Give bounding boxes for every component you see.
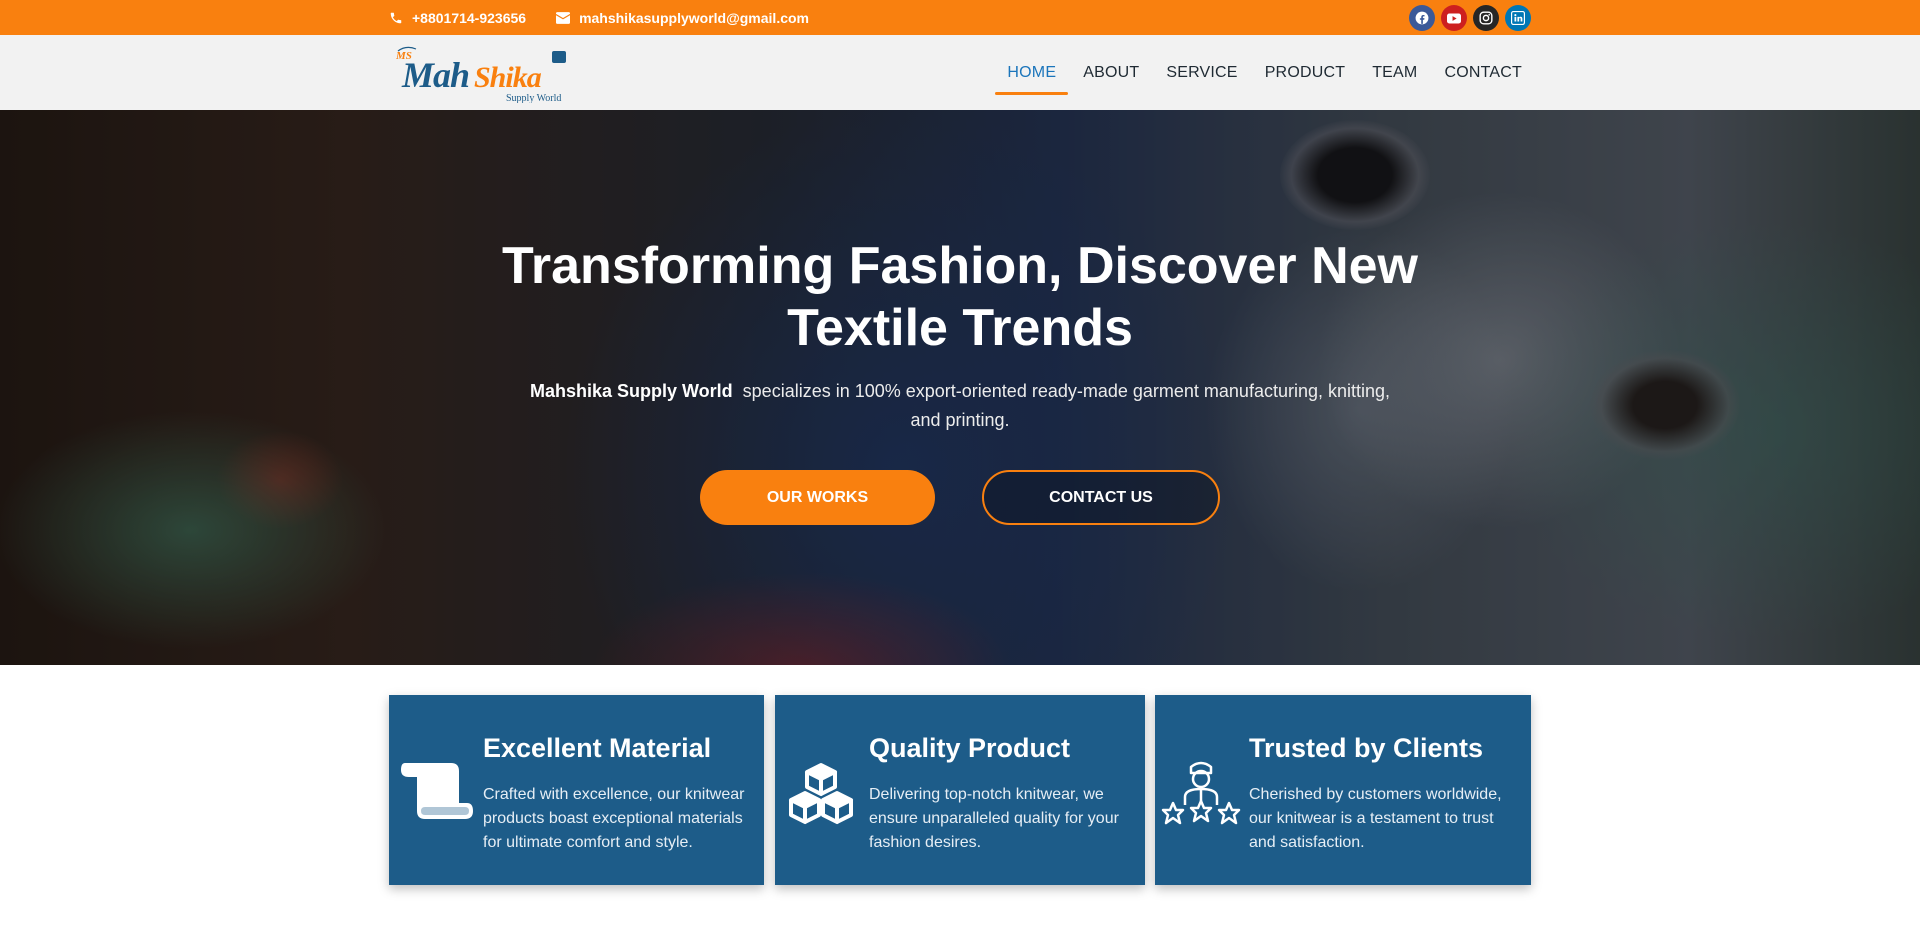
svg-text:Shika: Shika	[474, 61, 542, 94]
youtube-link[interactable]	[1441, 5, 1467, 31]
hero-title-line2: Textile Trends	[787, 299, 1133, 357]
our-works-button[interactable]: OUR WORKS	[700, 470, 935, 525]
linkedin-icon	[1511, 11, 1525, 25]
boxes-icon	[789, 763, 853, 824]
site-header: MS Mah Shika Supply World HOME ABOUT SER…	[0, 35, 1920, 110]
feature-text: Delivering top-notch knitwear, we ensure…	[869, 786, 1119, 851]
nav-team[interactable]: TEAM	[1372, 35, 1417, 110]
site-logo[interactable]: MS Mah Shika Supply World	[395, 43, 576, 104]
feature-text: Crafted with excellence, our knitwear pr…	[483, 786, 745, 851]
feature-title: Quality Product	[869, 733, 1071, 763]
feature-text: Cherished by customers worldwide, our kn…	[1249, 786, 1502, 851]
nav-service[interactable]: SERVICE	[1166, 35, 1237, 110]
social-links	[1409, 5, 1531, 31]
features-section: Excellent Material Crafted with excellen…	[389, 695, 1531, 885]
nav-about[interactable]: ABOUT	[1083, 35, 1139, 110]
facebook-link[interactable]	[1409, 5, 1435, 31]
feature-card-material: Excellent Material Crafted with excellen…	[389, 695, 764, 885]
nav-product[interactable]: PRODUCT	[1265, 35, 1346, 110]
contact-us-button[interactable]: CONTACT US	[982, 470, 1220, 525]
svg-text:Mah: Mah	[401, 55, 469, 95]
hero-title: Transforming Fashion, Discover New Texti…	[460, 235, 1460, 359]
hero-title-line1: Transforming Fashion, Discover New	[502, 237, 1418, 295]
instagram-link[interactable]	[1473, 5, 1499, 31]
nav-contact[interactable]: CONTACT	[1444, 35, 1522, 110]
linkedin-link[interactable]	[1505, 5, 1531, 31]
hero-company-name: Mahshika Supply World	[529, 381, 733, 401]
feature-card-quality: Quality Product Delivering top-notch kni…	[775, 695, 1145, 885]
nav-home[interactable]: HOME	[995, 35, 1068, 110]
youtube-icon	[1447, 13, 1461, 23]
hero-description: specializes in 100% export-oriented read…	[732, 381, 1396, 430]
svg-text:Supply World: Supply World	[506, 93, 561, 103]
email-address: mahshikasupplyworld@gmail.com	[579, 9, 809, 26]
scroll-icon	[401, 763, 473, 819]
facebook-icon	[1415, 11, 1429, 25]
main-nav: HOME ABOUT SERVICE PRODUCT TEAM CONTACT	[980, 35, 1522, 110]
phone-icon	[390, 12, 402, 23]
envelope-icon	[556, 11, 571, 24]
top-bar: +8801714-923656 mahshikasupplyworld@gmai…	[0, 0, 1920, 35]
hero-section: Transforming Fashion, Discover New Texti…	[0, 110, 1920, 665]
feature-title: Excellent Material	[483, 733, 712, 763]
instagram-icon	[1479, 11, 1493, 25]
hero-subtitle: Mahshika Supply World specializes in 100…	[520, 377, 1400, 435]
feature-card-trusted: Trusted by Clients Cherished by customer…	[1155, 695, 1531, 885]
email-contact[interactable]: mahshikasupplyworld@gmail.com	[556, 10, 809, 26]
phone-number: +8801714-923656	[412, 9, 527, 26]
phone-contact[interactable]: +8801714-923656	[389, 10, 526, 26]
feature-title: Trusted by Clients	[1249, 733, 1484, 763]
client-stars-icon	[1161, 761, 1241, 825]
